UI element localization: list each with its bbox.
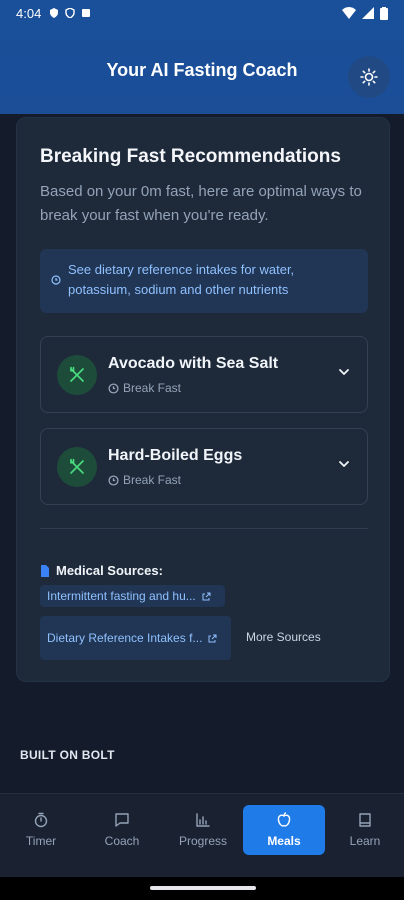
- clock-icon: [51, 275, 61, 285]
- gesture-bar: [0, 877, 404, 900]
- status-time: 4:04: [16, 5, 42, 21]
- source-link-dietary-reference[interactable]: Dietary Reference Intakes f...: [40, 616, 231, 660]
- source-link-intermittent-fasting[interactable]: Intermittent fasting and hu...: [40, 585, 225, 607]
- clock-icon: [108, 474, 119, 486]
- built-on-bolt-badge[interactable]: BUILT ON BOLT: [20, 748, 115, 762]
- more-sources-button[interactable]: More Sources: [246, 630, 321, 644]
- food-meta: Break Fast: [108, 381, 181, 395]
- chat-icon: [115, 813, 129, 827]
- shield-icon: [50, 8, 59, 18]
- food-item-avocado[interactable]: Avocado with Sea Salt Break Fast: [40, 336, 368, 413]
- status-bar: 4:04: [0, 0, 404, 26]
- food-meta-label: Break Fast: [123, 381, 182, 395]
- food-name: Avocado with Sea Salt: [108, 355, 279, 372]
- sun-icon: [360, 68, 378, 86]
- medical-sources-label: Medical Sources:: [56, 563, 163, 578]
- timer-icon: [34, 812, 48, 828]
- document-icon: [41, 564, 49, 577]
- food-name: Hard-Boiled Eggs: [108, 447, 243, 464]
- food-item-eggs[interactable]: Hard-Boiled Eggs Break Fast: [40, 428, 368, 505]
- clock-icon: [108, 382, 119, 394]
- divider: [40, 528, 368, 529]
- nav-tab-timer[interactable]: Timer: [0, 805, 82, 855]
- utensils-crossed-icon: [57, 447, 97, 487]
- page-title: Your AI Fasting Coach: [106, 59, 298, 80]
- medical-sources-heading: Medical Sources:: [40, 563, 163, 578]
- dietary-reference-link[interactable]: See dietary reference intakes for water,…: [40, 249, 368, 313]
- nav-label: Learn: [349, 834, 381, 848]
- card-title: Breaking Fast Recommendations: [40, 146, 341, 167]
- food-meta: Break Fast: [108, 473, 181, 487]
- nav-label: Meals: [267, 834, 301, 848]
- nav-tab-learn[interactable]: Learn: [324, 805, 404, 855]
- security-icon: [65, 8, 76, 18]
- food-meta-label: Break Fast: [123, 473, 182, 487]
- chevron-down-icon[interactable]: [337, 365, 351, 379]
- bottom-navigation: Timer Coach Progress Meals Learn: [0, 793, 404, 877]
- nav-label: Progress: [178, 834, 228, 848]
- home-indicator[interactable]: [150, 886, 256, 890]
- nav-label: Timer: [25, 834, 57, 848]
- signal-icon: [362, 7, 374, 19]
- chevron-down-icon[interactable]: [337, 457, 351, 471]
- book-icon: [359, 813, 371, 827]
- nav-tab-meals[interactable]: Meals: [243, 805, 325, 855]
- source-link-label: Intermittent fasting and hu...: [47, 589, 196, 603]
- external-link-icon: [208, 634, 217, 642]
- source-link-label: Dietary Reference Intakes f...: [47, 631, 203, 645]
- nav-tab-coach[interactable]: Coach: [81, 805, 163, 855]
- card-subtitle: Based on your 0m fast, here are optimal …: [40, 183, 362, 224]
- external-link-icon: [202, 592, 211, 600]
- battery-icon: [380, 6, 388, 20]
- app-header: Your AI Fasting Coach: [0, 26, 404, 114]
- breaking-fast-card: Breaking Fast Recommendations Based on y…: [16, 117, 390, 682]
- theme-toggle-button[interactable]: [348, 56, 390, 98]
- chart-icon: [196, 813, 210, 827]
- utensils-crossed-icon: [57, 355, 97, 395]
- notification-icon: [82, 9, 91, 17]
- apple-icon: [277, 812, 291, 827]
- nav-label: Coach: [104, 834, 140, 848]
- nav-tab-progress[interactable]: Progress: [162, 805, 244, 855]
- wifi-icon: [342, 7, 356, 19]
- dietary-reference-text: See dietary reference intakes for water,…: [68, 262, 295, 297]
